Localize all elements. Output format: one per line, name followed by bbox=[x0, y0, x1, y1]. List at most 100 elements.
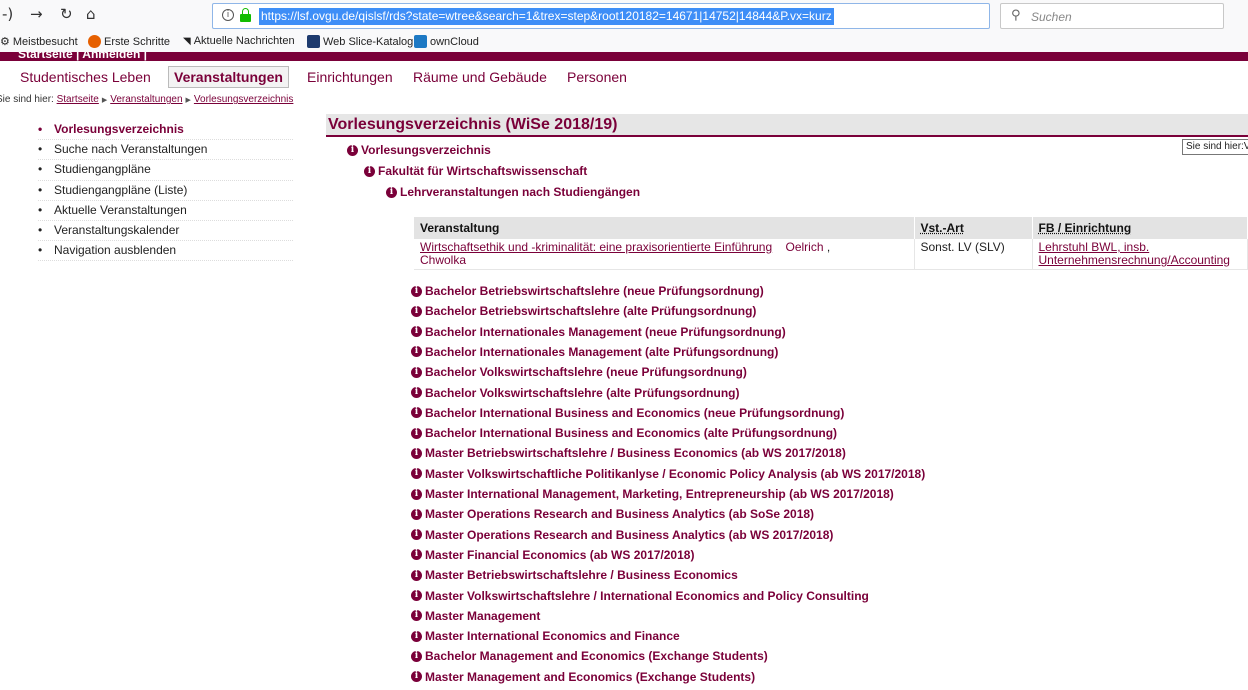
list-item[interactable]: i Master Volkswirtschaftslehre / Internat… bbox=[411, 589, 869, 603]
top-links[interactable]: Startseite | Anmelden | bbox=[18, 52, 147, 61]
bookmark-label: Erste Schritte bbox=[104, 35, 171, 48]
rss-icon: ◥ bbox=[183, 35, 191, 47]
sidebar-item-studiengangplaene-liste[interactable]: Studiengangpläne (Liste) bbox=[38, 181, 293, 201]
info-icon: i bbox=[411, 508, 422, 520]
program-label: Master Operations Research and Business … bbox=[425, 527, 834, 542]
tree-label: Fakultät für Wirtschaftswissenschaft bbox=[378, 164, 588, 178]
list-item[interactable]: i Master Management bbox=[411, 609, 540, 623]
tree-item-lehrveranstaltungen[interactable]: i Lehrveranstaltungen nach Studiengängen bbox=[386, 185, 640, 199]
course-link[interactable]: Wirtschaftsethik und -kriminalität: eine… bbox=[420, 240, 772, 254]
program-label: Bachelor Internationales Management (neu… bbox=[425, 324, 786, 339]
tooltip: Sie sind hier:V bbox=[1182, 139, 1248, 155]
forward-button[interactable]: → bbox=[30, 5, 43, 23]
info-icon: i bbox=[386, 186, 397, 198]
tab-personen[interactable]: Personen bbox=[567, 69, 627, 85]
list-item[interactable]: i Master International Management, Market… bbox=[411, 487, 894, 501]
list-item[interactable]: i Bachelor Betriebswirtschaftslehre (alte… bbox=[411, 304, 756, 318]
info-icon: i bbox=[411, 366, 422, 378]
list-item[interactable]: i Bachelor Management and Economics (Exch… bbox=[411, 649, 768, 663]
list-item[interactable]: i Master Betriebswirtschaftslehre / Busin… bbox=[411, 568, 738, 582]
bookmark-meistbesucht[interactable]: ⚙ Meistbesucht bbox=[0, 35, 78, 48]
lecturer-link[interactable]: Chwolka bbox=[420, 253, 466, 267]
sidebar-item-veranstaltungskalender[interactable]: Veranstaltungskalender bbox=[38, 221, 293, 242]
search-bar[interactable]: ⚲ Suchen bbox=[1000, 3, 1224, 29]
program-label: Bachelor International Business and Econ… bbox=[425, 426, 838, 441]
program-label: Master Operations Research and Business … bbox=[425, 507, 815, 522]
tab-einrichtungen[interactable]: Einrichtungen bbox=[307, 69, 393, 85]
main-content: Vorlesungsverzeichnis (WiSe 2018/19) bbox=[326, 114, 1248, 137]
info-icon: i bbox=[411, 285, 422, 297]
sidebar-item-suche[interactable]: Suche nach Veranstaltungen bbox=[38, 140, 293, 161]
site-info-icon[interactable]: i bbox=[222, 9, 234, 21]
info-icon: i bbox=[411, 305, 422, 317]
list-item[interactable]: i Bachelor Betriebswirtschaftslehre (neue… bbox=[411, 284, 764, 298]
bookmark-label: Web Slice-Katalog bbox=[323, 35, 414, 48]
info-icon: i bbox=[411, 630, 422, 642]
tree-item-vorlesungsverzeichnis[interactable]: i Vorlesungsverzeichnis bbox=[347, 143, 491, 157]
tab-veranstaltungen[interactable]: Veranstaltungen bbox=[168, 66, 289, 88]
info-icon: i bbox=[364, 165, 375, 177]
webslice-icon bbox=[307, 35, 320, 48]
list-item[interactable]: i Bachelor Volkswirtschaftslehre (neue Pr… bbox=[411, 365, 747, 379]
sidebar-item-studiengangplaene[interactable]: Studiengangpläne bbox=[38, 160, 293, 181]
sidebar-item-navigation-ausblenden[interactable]: Navigation ausblenden bbox=[38, 241, 293, 262]
sidebar-item-aktuelle-veranstaltungen[interactable]: Aktuelle Veranstaltungen bbox=[38, 201, 293, 221]
program-label: Bachelor Management and Economics (Excha… bbox=[425, 649, 768, 664]
lecturer-link[interactable]: Oelrich bbox=[786, 240, 824, 254]
tab-raeume-und-gebaeude[interactable]: Räume und Gebäude bbox=[413, 69, 547, 85]
list-item[interactable]: i Master Betriebswirtschaftslehre / Busin… bbox=[411, 446, 846, 460]
bookmark-label: Meistbesucht bbox=[12, 35, 78, 48]
col-header-veranstaltung: Veranstaltung bbox=[414, 217, 915, 239]
info-icon: i bbox=[411, 569, 422, 581]
list-item[interactable]: i Master International Economics and Fina… bbox=[411, 629, 680, 643]
bookmarks-bar: ⚙ Meistbesucht Erste Schritte ◥ Aktuelle N… bbox=[0, 32, 1248, 52]
list-item[interactable]: i Master Operations Research and Business… bbox=[411, 528, 833, 542]
breadcrumb-vorlesungsverzeichnis[interactable]: Vorlesungsverzeichnis bbox=[194, 94, 294, 105]
breadcrumb-startseite[interactable]: Startseite bbox=[57, 94, 99, 105]
list-item[interactable]: i Master Operations Research and Business… bbox=[411, 507, 814, 521]
list-item[interactable]: i Master Volkswirtschaftliche Politikanly… bbox=[411, 467, 925, 481]
list-item[interactable]: i Bachelor Internationales Management (ne… bbox=[411, 325, 786, 339]
program-label: Bachelor Internationales Management (alt… bbox=[425, 344, 779, 359]
cell-veranstaltung: Wirtschaftsethik und -kriminalität: eine… bbox=[414, 239, 915, 270]
tab-studentisches-leben[interactable]: Studentisches Leben bbox=[20, 69, 151, 85]
col-header-fb-label: FB / Einrichtung bbox=[1038, 221, 1132, 235]
info-icon: i bbox=[411, 650, 422, 662]
list-item[interactable]: i Bachelor International Business and Eco… bbox=[411, 406, 844, 420]
sidebar-item-vorlesungsverzeichnis[interactable]: Vorlesungsverzeichnis bbox=[38, 120, 293, 141]
list-item[interactable]: i Bachelor Internationales Management (al… bbox=[411, 345, 778, 359]
program-label: Master Volkswirtschaftslehre / Internati… bbox=[425, 588, 869, 603]
back-button[interactable]: -) bbox=[2, 5, 13, 23]
search-icon: ⚲ bbox=[1011, 8, 1021, 23]
tree-item-fakultaet[interactable]: i Fakultät für Wirtschaftswissenschaft bbox=[364, 164, 587, 178]
bookmark-aktuelle-nachrichten[interactable]: ◥ Aktuelle Nachrichten bbox=[183, 35, 295, 47]
program-label: Master International Management, Marketi… bbox=[425, 487, 894, 501]
home-button[interactable]: ⌂ bbox=[86, 5, 96, 23]
info-icon: i bbox=[411, 610, 422, 622]
url-text[interactable]: https://lsf.ovgu.de/qislsf/rds?state=wtr… bbox=[259, 8, 834, 25]
reload-button[interactable]: ↻ bbox=[60, 5, 73, 23]
program-label: Master Betriebswirtschaftslehre / Busine… bbox=[425, 446, 846, 461]
info-icon: i bbox=[411, 488, 422, 500]
list-item[interactable]: i Bachelor International Business and Eco… bbox=[411, 426, 837, 440]
program-label: Bachelor Volkswirtschaftslehre (alte Prü… bbox=[425, 385, 740, 400]
bookmark-erste-schritte[interactable]: Erste Schritte bbox=[88, 35, 170, 48]
search-placeholder: Suchen bbox=[1031, 10, 1072, 24]
program-label: Bachelor Betriebswirtschaftslehre (alte … bbox=[425, 304, 757, 319]
list-item[interactable]: i Master Financial Economics (ab WS 2017/… bbox=[411, 548, 694, 562]
info-icon: i bbox=[411, 590, 422, 601]
program-label: Bachelor International Business and Econ… bbox=[425, 405, 845, 420]
breadcrumb-veranstaltungen[interactable]: Veranstaltungen bbox=[110, 94, 182, 105]
url-bar[interactable]: i https://lsf.ovgu.de/qislsf/rds?state=w… bbox=[212, 3, 1216, 29]
cell-vst-art: Sonst. LV (SLV) bbox=[914, 239, 1033, 270]
col-header-vst-art: Vst.-Art bbox=[914, 217, 1033, 239]
list-item[interactable]: i Master Management and Economics (Exchan… bbox=[411, 670, 755, 684]
department-link[interactable]: Lehrstuhl BWL, insb. bbox=[1039, 240, 1150, 254]
list-item[interactable]: i Bachelor Volkswirtschaftslehre (alte Pr… bbox=[411, 386, 740, 400]
department-link[interactable]: Unternehmensrechnung/Accounting bbox=[1039, 253, 1230, 267]
bookmark-web-slice[interactable]: Web Slice-Katalog bbox=[307, 35, 413, 48]
info-icon: i bbox=[411, 326, 422, 338]
info-icon: i bbox=[411, 549, 422, 561]
info-icon: i bbox=[411, 529, 422, 541]
bookmark-owncloud[interactable]: ownCloud bbox=[414, 35, 479, 48]
